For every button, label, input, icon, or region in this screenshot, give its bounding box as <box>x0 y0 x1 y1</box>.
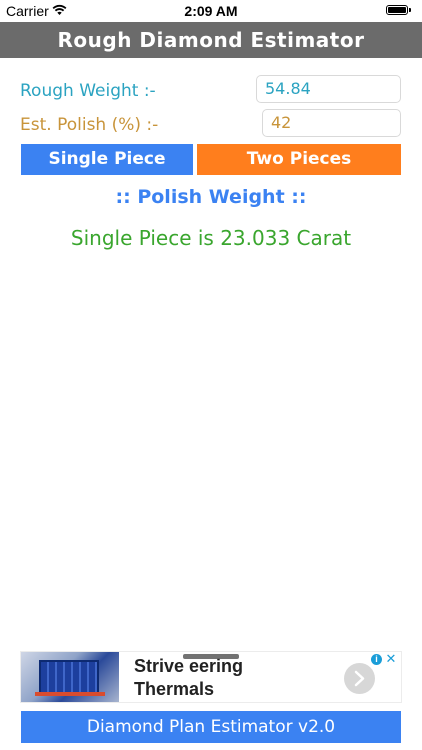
ad-text[interactable]: Strive eering Thermals <box>134 655 349 701</box>
single-piece-button[interactable]: Single Piece <box>21 144 193 175</box>
ad-text-line2: Thermals <box>134 679 215 699</box>
two-pieces-button[interactable]: Two Pieces <box>197 144 401 175</box>
ad-banner[interactable]: Strive eering Thermals i ✕ <box>21 652 401 702</box>
ad-image[interactable] <box>21 652 119 702</box>
info-icon[interactable]: i <box>371 654 382 665</box>
page-title: Rough Diamond Estimator <box>0 22 422 58</box>
status-time: 2:09 AM <box>184 3 238 19</box>
polish-weight-header: :: Polish Weight :: <box>115 186 307 208</box>
rough-weight-input[interactable]: 54.84 <box>256 75 401 103</box>
status-bar: Carrier 2:09 AM <box>0 0 422 22</box>
ad-overlay-bar <box>183 654 239 659</box>
battery-icon <box>386 5 408 15</box>
footer-button[interactable]: Diamond Plan Estimator v2.0 <box>21 711 401 743</box>
est-polish-label: Est. Polish (%) :- <box>20 115 159 135</box>
ad-next-button[interactable] <box>344 663 375 694</box>
polish-weight-result: Single Piece is 23.033 Carat <box>70 226 352 250</box>
battery-tip <box>409 8 411 12</box>
rough-weight-label: Rough Weight :- <box>20 81 156 101</box>
chevron-right-icon <box>354 670 365 687</box>
ad-text-line1: Strive eering <box>134 656 244 676</box>
close-icon[interactable]: ✕ <box>385 652 397 665</box>
est-polish-input[interactable]: 42 <box>262 109 401 137</box>
